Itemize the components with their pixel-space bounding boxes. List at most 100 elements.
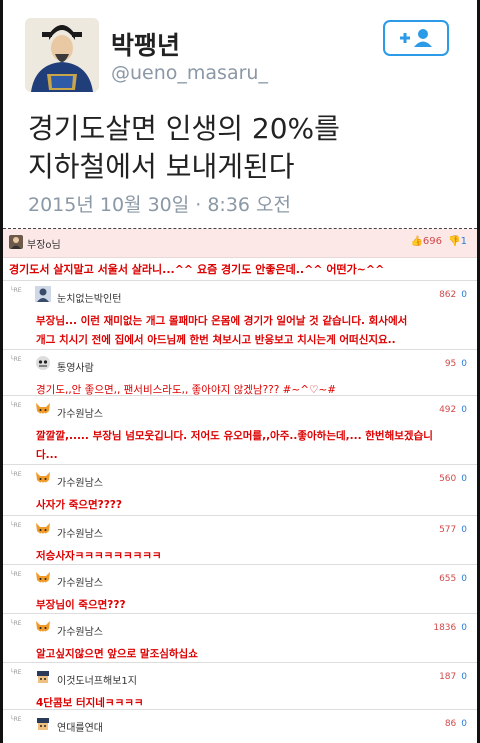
tweet-date: 2015년 10월 30일 · 8:36 오전 xyxy=(28,194,292,216)
reply-row: └RE 가수원남스 492 0 깔깔깔,..... 부장님 넘모웃깁니다. 저어도 유오… xyxy=(3,396,477,465)
tweet-card: 박팽년 @ueno_masaru_ 경기도살면 인생의 20%를 지하철에서 보… xyxy=(3,0,477,229)
vote-counts: 577 0 xyxy=(439,525,467,535)
dislike-count: 1 xyxy=(460,236,467,247)
reply-marker: └RE xyxy=(10,571,22,578)
reply-row: └RE 이것도너프해보1지 187 0 4단콤보 터지네ㅋㅋㅋㅋ xyxy=(3,663,477,710)
reply-row: └RE 가수원남스 560 0 사자가 죽으면???? xyxy=(3,465,477,516)
reply-marker: └RE xyxy=(10,522,22,529)
comment-text: 경기도서 살지말고 서울서 살라니...^^ 요즘 경기도 안좋은데..^^ 어… xyxy=(9,263,385,276)
like-count[interactable]: 655 xyxy=(439,574,456,584)
reply-list: └RE 눈치없는박인턴 862 0 부장님... 이런 재미없는 개그 몰패마다 온몸에… xyxy=(3,281,477,743)
like-count[interactable]: 86 xyxy=(445,719,456,729)
dislike-count[interactable]: 0 xyxy=(461,525,467,535)
reply-marker: └RE xyxy=(10,287,22,294)
fox-avatar-icon xyxy=(36,403,50,415)
vote-counts: 95 0 xyxy=(445,359,467,369)
user-avatar-icon xyxy=(9,235,23,249)
comment-line: 알고싶지않으면 앞으로 말조심하십쇼 xyxy=(36,648,198,660)
like-count[interactable]: 577 xyxy=(439,525,456,535)
dislike-count[interactable]: 0 xyxy=(461,474,467,484)
reply-row: └RE 가수원남스 655 0 부장님이 죽으면??? xyxy=(3,565,477,614)
like-count[interactable]: 1836 xyxy=(433,623,456,633)
vote-counts: 👍696 👎1 xyxy=(410,236,467,247)
user-avatar-icon xyxy=(35,286,51,302)
dislike-count[interactable]: 0 xyxy=(461,672,467,682)
vote-counts: 560 0 xyxy=(439,474,467,484)
comment-author[interactable]: 부장o님 xyxy=(27,236,61,251)
reply-row: └RE 통영사람 95 0 경기도,,안 좋으면,, 팬서비스라도,, 좋아야지 않겠남… xyxy=(3,350,477,396)
comment-text: 저승사자ㅋㅋㅋㅋㅋㅋㅋㅋㅋ xyxy=(36,547,469,566)
thumbs-up-icon[interactable]: 👍 xyxy=(410,236,422,247)
comment-line: 부장님... 이런 재미없는 개그 몰패마다 온몸에 경기가 일어날 것 같습니… xyxy=(36,315,408,327)
thumbs-down-icon[interactable]: 👎 xyxy=(448,236,460,247)
dislike-count[interactable]: 0 xyxy=(461,405,467,415)
dislike-count[interactable]: 0 xyxy=(461,719,467,729)
dislike-count[interactable]: 0 xyxy=(461,359,467,369)
reply-row: └RE 가수원남스 1836 0 알고싶지않으면 앞으로 말조심하십쇼 xyxy=(3,614,477,663)
vote-counts: 86 0 xyxy=(445,719,467,729)
reply-row: └RE 눈치없는박인턴 862 0 부장님... 이런 재미없는 개그 몰패마다 온몸에… xyxy=(3,281,477,350)
comment-author[interactable]: 가수원남스 xyxy=(57,525,103,540)
reply-marker: └RE xyxy=(10,471,22,478)
reply-marker: └RE xyxy=(10,356,22,363)
comment-author[interactable]: 가수원남스 xyxy=(57,474,103,489)
like-count[interactable]: 95 xyxy=(445,359,456,369)
comment-author[interactable]: 통영사람 xyxy=(57,359,94,374)
follow-button[interactable] xyxy=(383,20,449,56)
comment-text: 부장님이 죽으면??? xyxy=(36,596,469,615)
comment-text: 알고싶지않으면 앞으로 말조심하십쇼 xyxy=(36,645,469,664)
like-count: 696 xyxy=(422,236,442,247)
character-avatar-icon xyxy=(37,671,49,683)
top-comment-body: 경기도서 살지말고 서울서 살라니...^^ 요즘 경기도 안좋은데..^^ 어… xyxy=(3,258,477,281)
vote-counts: 187 0 xyxy=(439,672,467,682)
like-count[interactable]: 187 xyxy=(439,672,456,682)
character-avatar-icon xyxy=(36,356,50,370)
user-handle: @ueno_masaru_ xyxy=(111,62,268,84)
like-count[interactable]: 492 xyxy=(439,405,456,415)
vote-counts: 655 0 xyxy=(439,574,467,584)
fox-avatar-icon xyxy=(36,523,50,535)
comment-text: 사자가 죽으면???? xyxy=(36,496,469,515)
vote-counts: 1836 0 xyxy=(433,623,467,633)
dislike-count[interactable]: 0 xyxy=(461,574,467,584)
reply-marker: └RE xyxy=(10,669,22,676)
like-count[interactable]: 862 xyxy=(439,290,456,300)
top-comment-header: 부장o님 👍696 👎1 xyxy=(3,229,477,258)
tweet-text: 경기도살면 인생의 20%를 지하철에서 보내게된다 xyxy=(28,110,340,186)
fox-avatar-icon xyxy=(36,621,50,633)
fox-avatar-icon xyxy=(36,472,50,484)
comment-line: 부장님이 죽으면??? xyxy=(36,599,126,611)
comment-line: 저승사자ㅋㅋㅋㅋㅋㅋㅋㅋㅋ xyxy=(36,550,162,562)
like-count[interactable]: 560 xyxy=(439,474,456,484)
add-user-icon xyxy=(400,29,432,47)
display-name: 박팽년 xyxy=(111,31,181,60)
vote-counts: 492 0 xyxy=(439,405,467,415)
tweet-text-line: 지하철에서 보내게된다 xyxy=(28,150,295,183)
portrait-icon xyxy=(25,18,99,92)
reply-row: └RE 가수원남스 577 0 저승사자ㅋㅋㅋㅋㅋㅋㅋㅋㅋ xyxy=(3,516,477,565)
fox-avatar-icon xyxy=(36,572,50,584)
comment-line: 사자가 죽으면???? xyxy=(36,499,122,511)
comment-author[interactable]: 가수원남스 xyxy=(57,623,103,638)
comment-text: 부장님... 이런 재미없는 개그 몰패마다 온몸에 경기가 일어날 것 같습니… xyxy=(36,312,469,350)
comment-author[interactable]: 이것도너프해보1지 xyxy=(57,672,137,687)
reply-marker: └RE xyxy=(10,716,22,723)
reply-marker: └RE xyxy=(10,620,22,627)
comment-line: 깔깔깔,..... 부장님 넘모웃깁니다. 저어도 유오머를,,아주..좋아하는… xyxy=(36,430,433,442)
avatar[interactable] xyxy=(25,18,99,92)
comment-section: 부장o님 👍696 👎1 경기도서 살지말고 서울서 살라니...^^ 요즘 경… xyxy=(3,229,477,743)
comment-line: 다... xyxy=(36,449,58,461)
screenshot-frame: 박팽년 @ueno_masaru_ 경기도살면 인생의 20%를 지하철에서 보… xyxy=(3,0,477,743)
character-avatar-icon xyxy=(37,718,49,730)
dislike-count[interactable]: 0 xyxy=(461,290,467,300)
comment-author[interactable]: 가수원남스 xyxy=(57,574,103,589)
tweet-text-line: 경기도살면 인생의 20%를 xyxy=(28,112,340,145)
comment-author[interactable]: 눈치없는박인턴 xyxy=(57,290,121,305)
comment-author[interactable]: 연대를연대 xyxy=(57,719,103,734)
comment-author[interactable]: 가수원남스 xyxy=(57,405,103,420)
dislike-count[interactable]: 0 xyxy=(461,623,467,633)
comment-text: 깔깔깔,..... 부장님 넘모웃깁니다. 저어도 유오머를,,아주..좋아하는… xyxy=(36,427,469,465)
vote-counts: 862 0 xyxy=(439,290,467,300)
reply-row: └RE연대를연대860콤보 시발ㅋㅋㅋㅋㅋㅋㅋㅋㅋㅋㅋㅋㅋ xyxy=(3,710,477,743)
reply-marker: └RE xyxy=(10,402,22,409)
